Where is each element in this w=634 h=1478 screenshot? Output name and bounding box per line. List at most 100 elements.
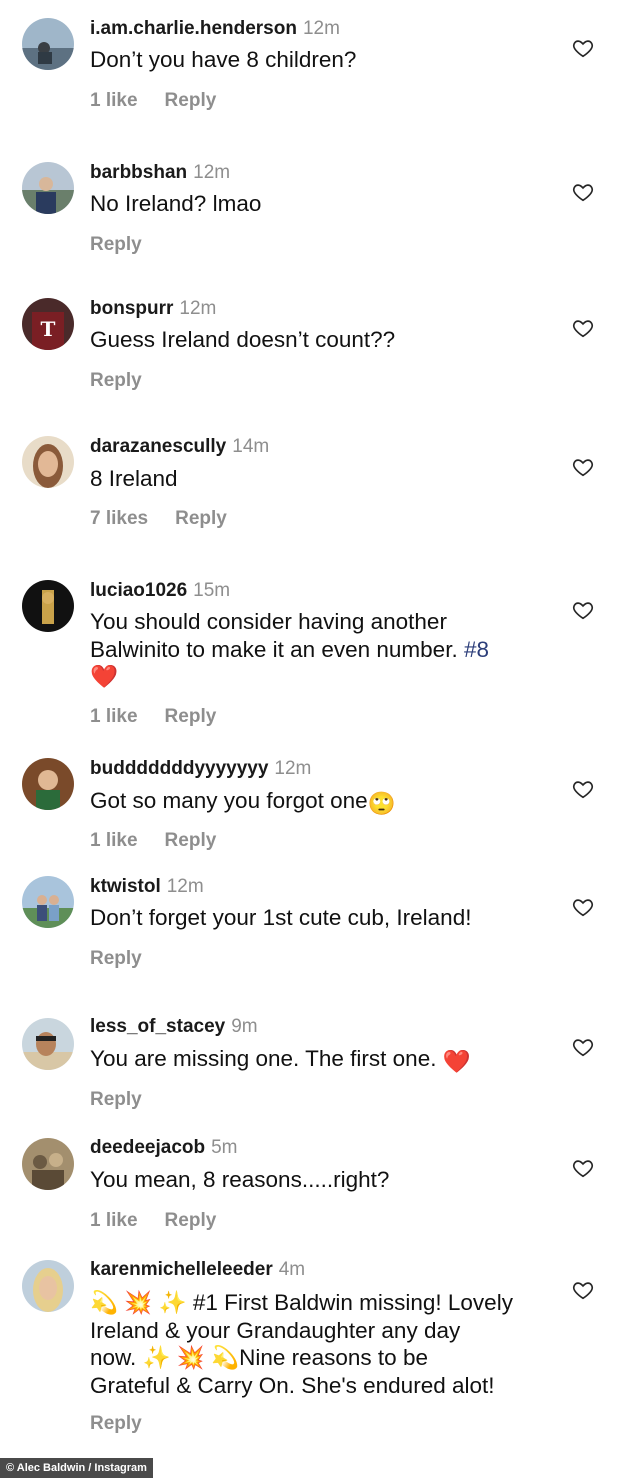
avatar[interactable]: T xyxy=(22,298,74,350)
comment-text: No Ireland? lmao xyxy=(90,191,262,216)
timestamp: 15m xyxy=(193,580,231,601)
comment-header: luciao1026 15m xyxy=(90,580,230,602)
avatar[interactable] xyxy=(22,1138,74,1190)
timestamp: 4m xyxy=(278,1259,306,1280)
comment-text-segment: Nine reasons to be xyxy=(239,1345,428,1370)
reply-button[interactable]: Reply xyxy=(165,90,217,111)
reply-button[interactable]: Reply xyxy=(90,1413,142,1434)
timestamp: 12m xyxy=(193,162,231,183)
avatar[interactable] xyxy=(22,758,74,810)
reply-button[interactable]: Reply xyxy=(165,830,217,851)
comment-text: You should consider having another Balwi… xyxy=(90,608,560,691)
comment-text-segment: Got so many you forgot one xyxy=(90,788,368,813)
heart-outline-icon[interactable] xyxy=(572,181,594,203)
username[interactable]: karenmichelleleeder xyxy=(90,1259,273,1280)
comment-actions: Reply xyxy=(90,1089,169,1111)
eye-roll-emoji: 🙄 xyxy=(367,791,396,816)
comment-text: You mean, 8 reasons.....right? xyxy=(90,1167,390,1192)
reply-button[interactable]: Reply xyxy=(175,508,227,529)
comment-header: budddddddyyyyyyy 12m xyxy=(90,758,311,780)
comment-text-segment: You are missing one. The first one. xyxy=(90,1046,443,1071)
username[interactable]: darazanescully xyxy=(90,436,226,457)
comment-text: Got so many you forgot one🙄 xyxy=(90,787,560,818)
username[interactable]: deedeejacob xyxy=(90,1137,205,1158)
comment-header: darazanescully 14m xyxy=(90,436,269,458)
comment-text: 💫 💥 ✨ #1 First Baldwin missing! Lovely I… xyxy=(90,1289,560,1399)
reply-button[interactable]: Reply xyxy=(90,1089,142,1110)
hashtag-link[interactable]: #8 xyxy=(464,637,489,662)
heart-outline-icon[interactable] xyxy=(572,317,594,339)
comment-text-line: You should consider having another xyxy=(90,609,447,634)
likes-count[interactable]: 1 like xyxy=(90,830,138,851)
avatar[interactable] xyxy=(22,436,74,488)
comment-text: 8 Ireland xyxy=(90,466,178,491)
avatar[interactable] xyxy=(22,18,74,70)
username[interactable]: ktwistol xyxy=(90,876,161,897)
timestamp: 12m xyxy=(302,18,340,39)
avatar[interactable] xyxy=(22,876,74,928)
username[interactable]: bonspurr xyxy=(90,298,173,319)
reply-button[interactable]: Reply xyxy=(90,948,142,969)
avatar[interactable] xyxy=(22,580,74,632)
reply-button[interactable]: Reply xyxy=(90,234,142,255)
likes-count[interactable]: 7 likes xyxy=(90,508,148,529)
sparkle-emojis: 💫 💥 ✨ xyxy=(90,1290,187,1315)
comment-text-segment: now. xyxy=(90,1345,143,1370)
comment-actions: 1 like Reply xyxy=(90,90,243,112)
sparkle-emojis: ✨ 💥 💫 xyxy=(142,1345,240,1370)
reply-button[interactable]: Reply xyxy=(90,370,142,391)
timestamp: 12m xyxy=(179,298,217,319)
username[interactable]: budddddddyyyyyyy xyxy=(90,758,268,779)
comment-actions: 7 likes Reply xyxy=(90,508,254,530)
comment-text: Don’t forget your 1st cute cub, Ireland! xyxy=(90,905,472,930)
comment-header: deedeejacob 5m xyxy=(90,1137,238,1159)
comment-actions: 1 like Reply xyxy=(90,830,243,852)
username[interactable]: luciao1026 xyxy=(90,580,187,601)
comment-actions: Reply xyxy=(90,1413,169,1435)
timestamp: 5m xyxy=(211,1137,238,1158)
comment-header: i.am.charlie.henderson 12m xyxy=(90,18,340,40)
username[interactable]: barbbshan xyxy=(90,162,187,183)
comment-text-line: 💫 💥 ✨ #1 First Baldwin missing! Lovely xyxy=(90,1289,560,1317)
comment-header: ktwistol 12m xyxy=(90,876,204,898)
heart-outline-icon[interactable] xyxy=(572,778,594,800)
likes-count[interactable]: 1 like xyxy=(90,1210,138,1231)
red-heart-emoji: ❤️ xyxy=(90,664,119,689)
comment-header: less_of_stacey 9m xyxy=(90,1016,258,1038)
comment-text-line: Ireland & your Grandaughter any day xyxy=(90,1317,461,1343)
timestamp: 12m xyxy=(166,876,204,897)
timestamp: 14m xyxy=(232,436,270,457)
reply-button[interactable]: Reply xyxy=(165,706,217,727)
svg-text:T: T xyxy=(41,317,56,341)
avatar[interactable] xyxy=(22,1260,74,1312)
comment-header: bonspurr 12m xyxy=(90,298,216,320)
heart-outline-icon[interactable] xyxy=(572,1157,594,1179)
username[interactable]: i.am.charlie.henderson xyxy=(90,18,297,39)
avatar[interactable] xyxy=(22,162,74,214)
heart-outline-icon[interactable] xyxy=(572,599,594,621)
comment-text-line: now. ✨ 💥 💫Nine reasons to be xyxy=(90,1344,560,1372)
comment-actions: Reply xyxy=(90,370,169,392)
avatar[interactable] xyxy=(22,1018,74,1070)
heart-outline-icon[interactable] xyxy=(572,1036,594,1058)
comment-header: karenmichelleleeder 4m xyxy=(90,1259,305,1281)
heart-outline-icon[interactable] xyxy=(572,896,594,918)
comment-text: Don’t you have 8 children? xyxy=(90,47,357,72)
heart-outline-icon[interactable] xyxy=(572,1279,594,1301)
photo-credit: © Alec Baldwin / Instagram xyxy=(0,1458,153,1478)
username[interactable]: less_of_stacey xyxy=(90,1016,225,1037)
heart-outline-icon[interactable] xyxy=(572,37,594,59)
reply-button[interactable]: Reply xyxy=(165,1210,217,1231)
comment-text-segment: #1 First Baldwin missing! Lovely xyxy=(192,1290,513,1315)
heart-outline-icon[interactable] xyxy=(572,456,594,478)
comment-actions: Reply xyxy=(90,948,169,970)
comment-text: Guess Ireland doesn’t count?? xyxy=(90,327,396,352)
comment-text-segment: Balwinito to make it an even number. xyxy=(90,636,464,662)
comment-text: You are missing one. The first one. ❤️ xyxy=(90,1045,560,1076)
comment-actions: Reply xyxy=(90,234,169,256)
comment-actions: 1 like Reply xyxy=(90,706,243,728)
likes-count[interactable]: 1 like xyxy=(90,706,138,727)
comment-header: barbbshan 12m xyxy=(90,162,230,184)
comment-text-line: Grateful & Carry On. She's endured alot! xyxy=(90,1372,495,1398)
likes-count[interactable]: 1 like xyxy=(90,90,138,111)
